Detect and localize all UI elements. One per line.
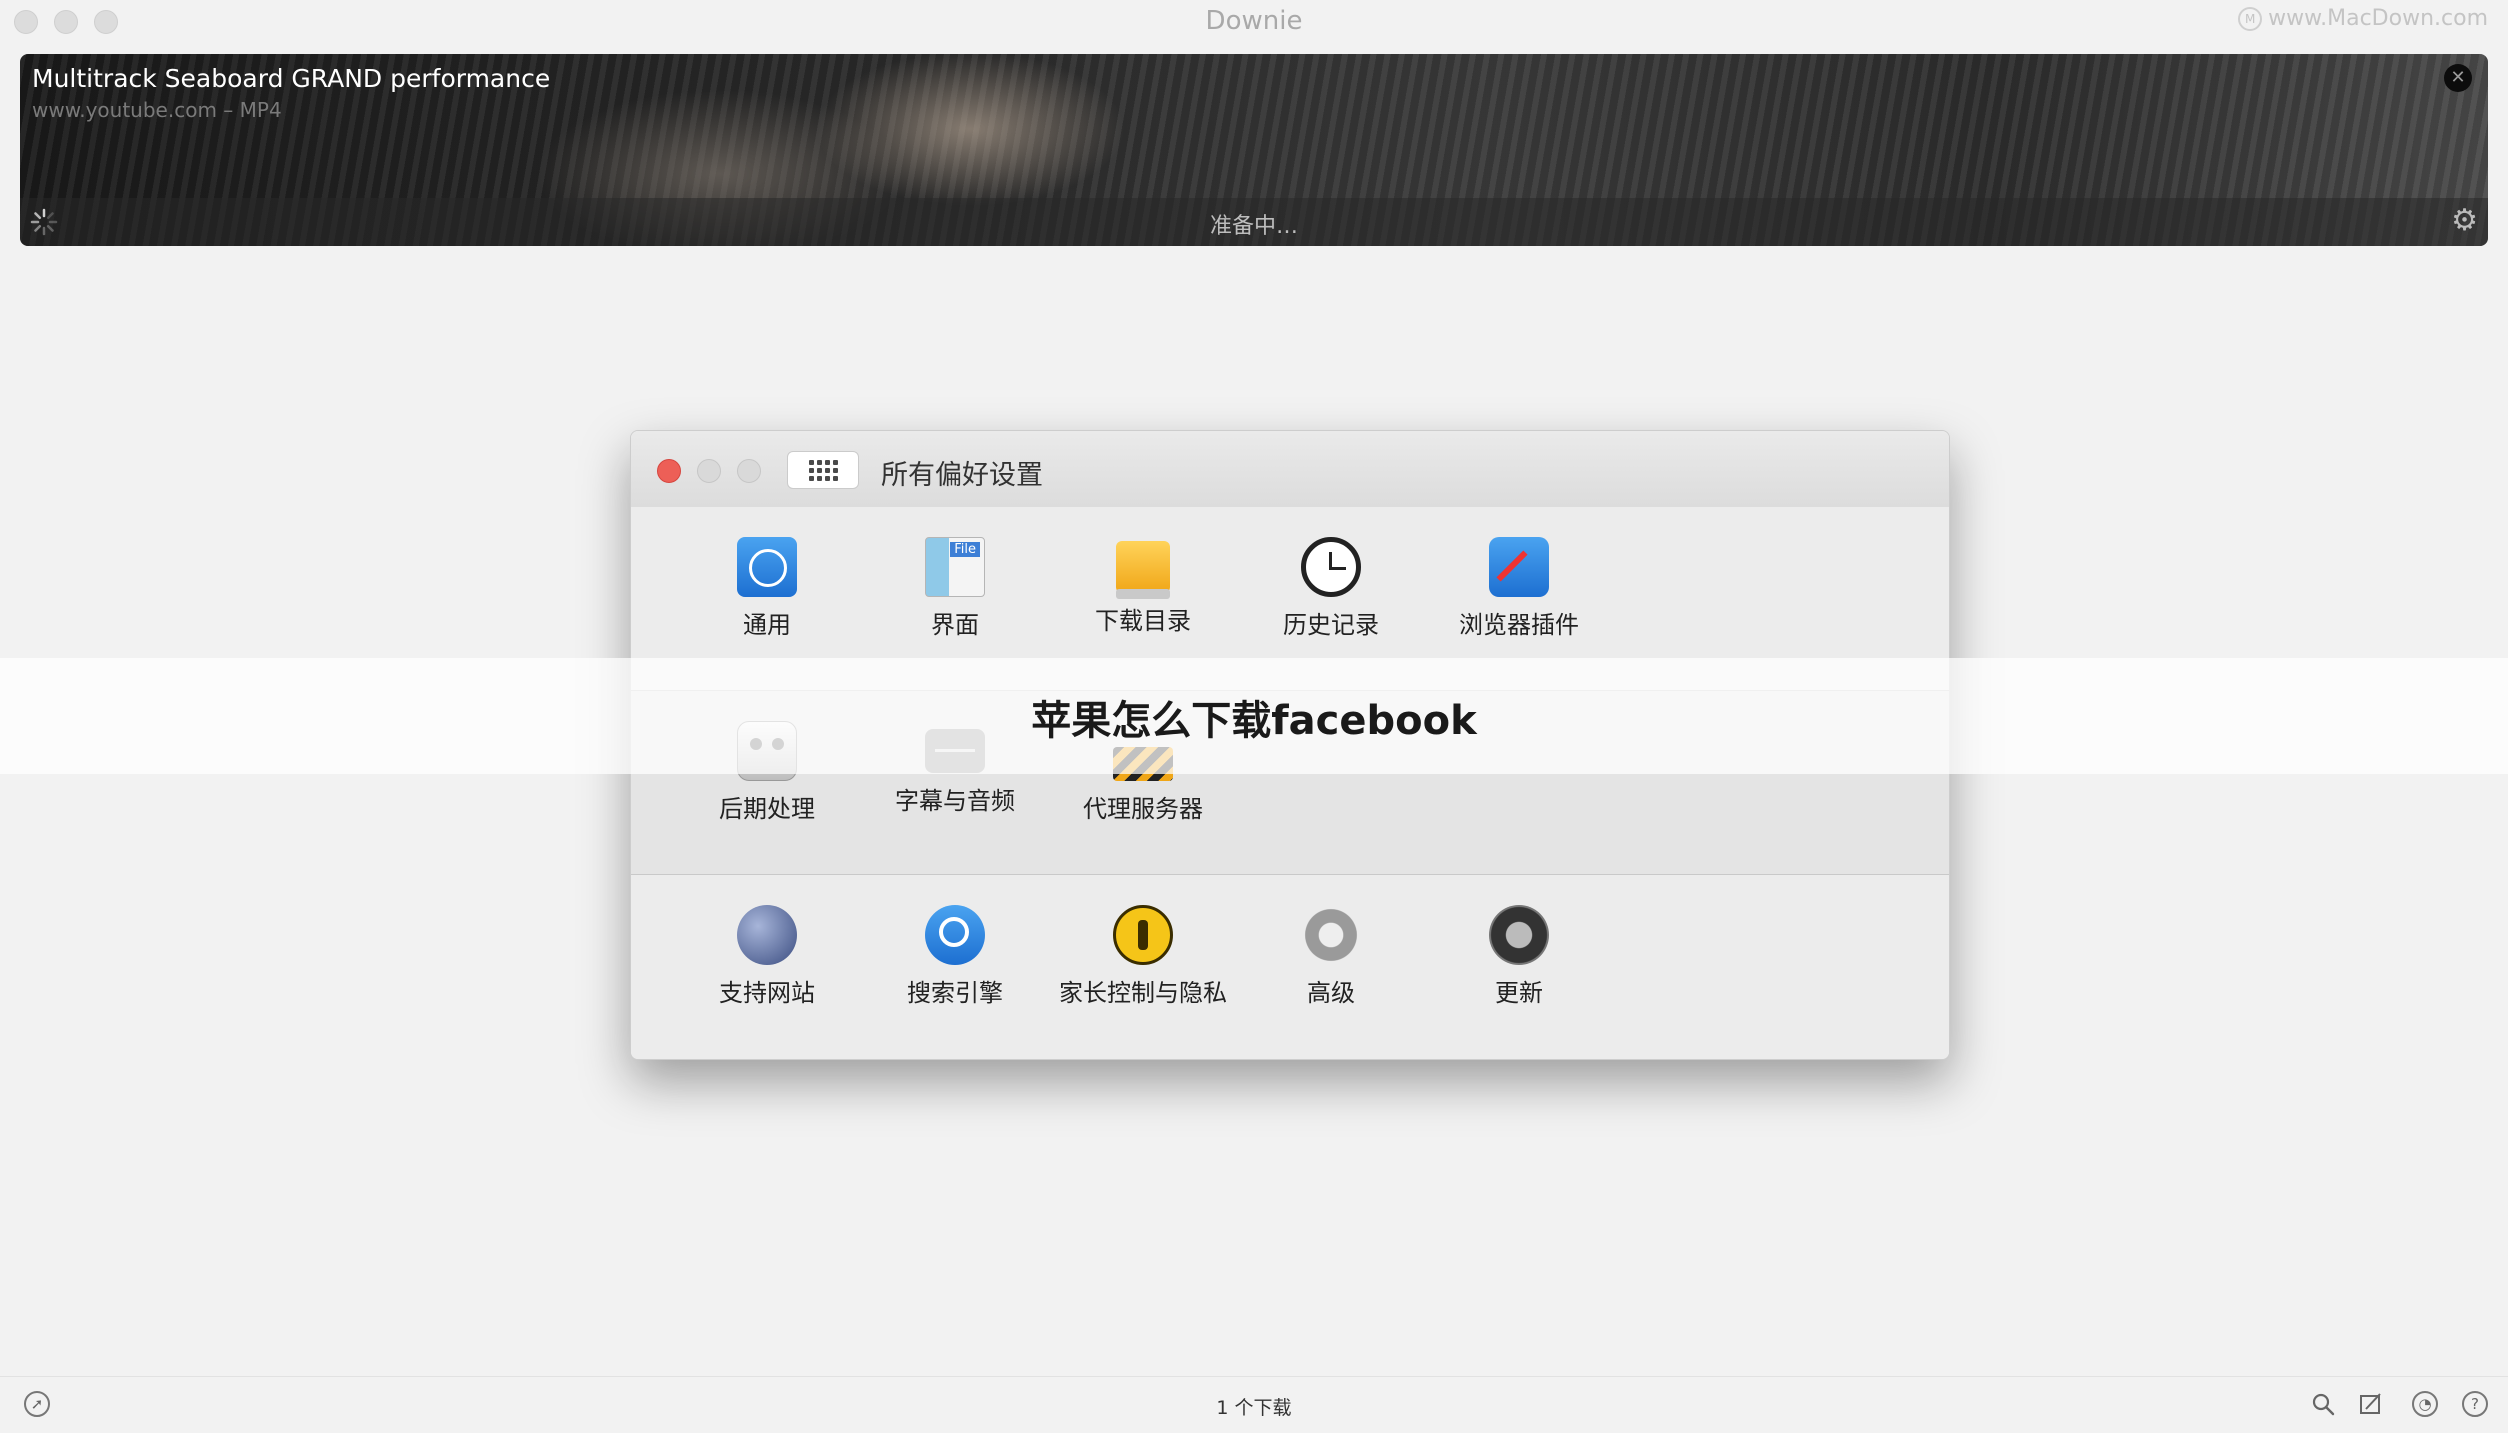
pref-supported-sites[interactable]: 支持网站 bbox=[673, 905, 861, 1008]
interface-file-tag: File bbox=[950, 542, 980, 557]
pref-browser-extensions[interactable]: 浏览器插件 bbox=[1425, 537, 1613, 640]
pref-label: 更新 bbox=[1495, 979, 1543, 1007]
interface-file-icon: File bbox=[925, 537, 985, 597]
globe-icon bbox=[737, 905, 797, 965]
pref-updates[interactable]: 更新 bbox=[1425, 905, 1613, 1008]
window-titlebar: Downie M www.MacDown.com bbox=[0, 0, 2508, 46]
pref-label: 浏览器插件 bbox=[1459, 611, 1579, 639]
overlay-banner: 苹果怎么下载facebook bbox=[0, 658, 2508, 774]
prefs-minimize-button[interactable] bbox=[697, 459, 721, 483]
pref-label: 后期处理 bbox=[719, 795, 815, 823]
pref-parental-controls[interactable]: 家长控制与隐私 bbox=[1049, 905, 1237, 1008]
search-icon[interactable] bbox=[2310, 1391, 2336, 1417]
prefs-zoom-button[interactable] bbox=[737, 459, 761, 483]
app-title: Downie bbox=[1205, 6, 1303, 36]
pref-label: 历史记录 bbox=[1283, 611, 1379, 639]
pref-interface[interactable]: File 界面 bbox=[861, 537, 1049, 640]
pref-label: 家长控制与隐私 bbox=[1059, 979, 1227, 1007]
pref-label: 界面 bbox=[931, 611, 979, 639]
pref-label: 字幕与音频 bbox=[895, 787, 1015, 815]
puzzle-compass-icon bbox=[1489, 537, 1549, 597]
pref-download-folder[interactable]: 下载目录 bbox=[1049, 537, 1237, 636]
help-icon[interactable]: ? bbox=[2462, 1391, 2488, 1417]
watermark: M www.MacDown.com bbox=[2238, 6, 2488, 31]
advanced-gear-icon bbox=[1301, 905, 1361, 965]
general-gear-icon bbox=[737, 537, 797, 597]
download-item[interactable]: Multitrack Seaboard GRAND performance ww… bbox=[20, 54, 2488, 246]
pref-label: 下载目录 bbox=[1095, 607, 1191, 635]
download-title: Multitrack Seaboard GRAND performance bbox=[32, 64, 551, 93]
clock-icon bbox=[1301, 537, 1361, 597]
download-status: 准备中… bbox=[1209, 214, 1298, 239]
pref-label: 高级 bbox=[1307, 979, 1355, 1007]
pref-general[interactable]: 通用 bbox=[673, 537, 861, 640]
pref-label: 代理服务器 bbox=[1083, 795, 1203, 823]
preferences-toolbar: 所有偏好设置 bbox=[631, 431, 1949, 508]
update-icon bbox=[1489, 905, 1549, 965]
pref-label: 支持网站 bbox=[719, 979, 815, 1007]
search-icon bbox=[925, 905, 985, 965]
pref-search-engine[interactable]: 搜索引擎 bbox=[861, 905, 1049, 1008]
preferences-title: 所有偏好设置 bbox=[881, 460, 1043, 491]
download-status-bar: 准备中… ⚙ bbox=[20, 198, 2488, 246]
download-source: www.youtube.com – MP4 bbox=[32, 98, 282, 122]
close-icon[interactable]: ✕ bbox=[2444, 64, 2472, 92]
bottom-toolbar: ➚ 1 个下载 ◔ ? bbox=[0, 1376, 2508, 1433]
pref-label: 通用 bbox=[743, 611, 791, 639]
folder-drive-icon bbox=[1116, 541, 1170, 599]
pref-advanced[interactable]: 高级 bbox=[1237, 905, 1425, 1008]
resize-icon[interactable] bbox=[2358, 1391, 2384, 1417]
watermark-logo-icon: M bbox=[2238, 6, 2263, 31]
pref-label: 搜索引擎 bbox=[907, 979, 1003, 1007]
show-all-grid-button[interactable] bbox=[787, 451, 859, 489]
watermark-text: www.MacDown.com bbox=[2268, 6, 2488, 31]
history-clock-icon[interactable]: ◔ bbox=[2412, 1391, 2438, 1417]
preferences-row-3: 支持网站 搜索引擎 家长控制与隐私 高级 更新 bbox=[631, 875, 1949, 1059]
pref-history[interactable]: 历史记录 bbox=[1237, 537, 1425, 640]
prefs-close-button[interactable] bbox=[657, 459, 681, 483]
banner-text: 苹果怎么下载facebook bbox=[1031, 698, 1477, 744]
parental-control-icon bbox=[1113, 905, 1173, 965]
gear-icon[interactable]: ⚙ bbox=[2451, 206, 2478, 236]
download-count: 1 个下载 bbox=[1216, 1397, 1292, 1419]
